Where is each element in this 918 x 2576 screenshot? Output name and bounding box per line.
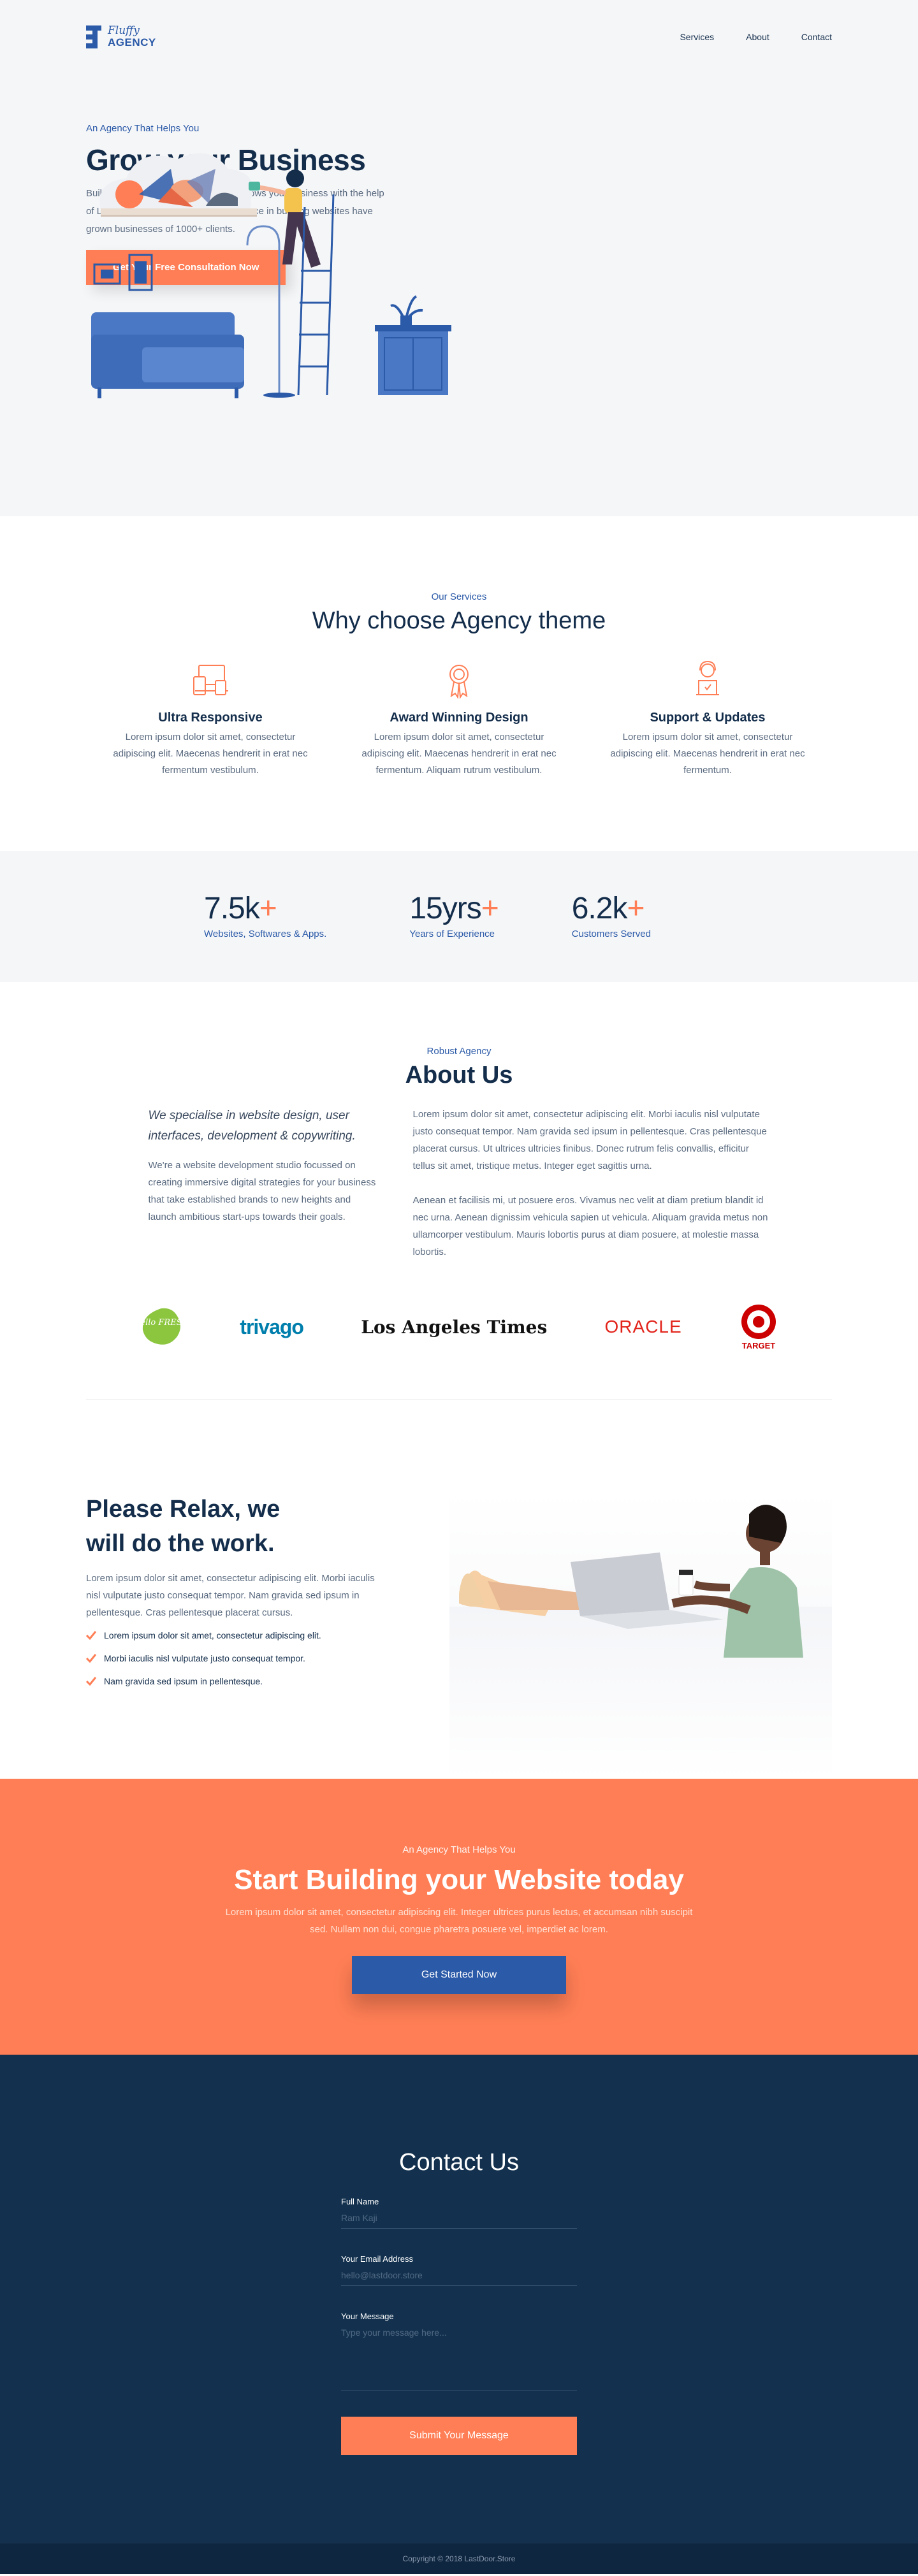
trivago-logo: trivago (240, 1315, 304, 1339)
nav-contact[interactable]: Contact (801, 32, 832, 42)
message-input[interactable] (341, 2327, 577, 2391)
check-icon (86, 1677, 96, 1686)
target-text: TARGET (742, 1341, 776, 1350)
nav-services[interactable]: Services (680, 32, 714, 42)
services-eyebrow: Our Services (431, 591, 487, 602)
check-icon (86, 1654, 96, 1663)
footer: Copyright © 2018 LastDoor.Store (0, 2543, 918, 2574)
logo[interactable]: Fluffy AGENCY (86, 25, 156, 48)
contact-title: Contact Us (399, 2149, 519, 2176)
hero-illustration (91, 153, 451, 398)
relax-title: Please Relax, we will do the work. (86, 1496, 280, 1557)
check-icon (86, 1631, 96, 1640)
about-quote: We specialise in website design, user in… (148, 1109, 356, 1143)
get-started-button[interactable]: Get Started Now (352, 1956, 566, 1994)
cta-body: Lorem ipsum dolor sit amet, consectetur … (225, 1907, 693, 1935)
services-title: Why choose Agency theme (312, 607, 606, 634)
logo-line1: Fluffy (108, 24, 140, 37)
stat-plus: + (627, 892, 645, 925)
contact-form: Full Name Your Email Address Your Messag… (341, 2197, 577, 2455)
stat-label: Years of Experience (409, 929, 495, 939)
contact-section: Contact Us Full Name Your Email Address … (0, 2055, 918, 2543)
check-text: Morbi iaculis nisl vulputate justo conse… (104, 1653, 305, 1663)
stat-label: Websites, Softwares & Apps. (204, 929, 327, 939)
oracle-logo: ORACLE (604, 1317, 682, 1336)
cta-eyebrow: An Agency That Helps You (402, 1844, 516, 1855)
service-title: Support & Updates (650, 711, 766, 725)
hellofresh-logo: Hello FRESH (140, 1308, 182, 1345)
about-eyebrow: Robust Agency (426, 1046, 492, 1057)
check-item: Lorem ipsum dolor sit amet, consectetur … (86, 1630, 386, 1640)
check-text: Nam gravida sed ipsum in pellentesque. (104, 1676, 263, 1686)
about-right-body-1: Lorem ipsum dolor sit amet, consectetur … (412, 1109, 767, 1171)
client-logos: Hello FRESH trivago Los Angeles Times OR… (134, 1304, 784, 1350)
email-label: Your Email Address (341, 2254, 413, 2264)
message-label: Your Message (341, 2312, 394, 2321)
service-body: Lorem ipsum dolor sit amet, consectetur … (361, 732, 557, 776)
la-times-logo: Los Angeles Times (361, 1316, 548, 1338)
service-body: Lorem ipsum dolor sit amet, consectetur … (113, 732, 308, 776)
stat-label: Customers Served (571, 929, 651, 939)
stat-plus: + (259, 892, 277, 925)
relax-section: Please Relax, we will do the work. Lorem… (0, 1428, 918, 1779)
hero-eyebrow: An Agency That Helps You (86, 123, 200, 134)
relax-body: Lorem ipsum dolor sit amet, consectetur … (86, 1573, 375, 1618)
cta-section: An Agency That Helps You Start Building … (0, 1779, 918, 2055)
service-title: Ultra Responsive (158, 711, 263, 725)
about-title: About Us (405, 1062, 513, 1089)
nav-menu: Services About Contact (680, 32, 832, 42)
check-item: Morbi iaculis nisl vulputate justo conse… (86, 1653, 386, 1663)
trivago-text: trivago (240, 1315, 304, 1338)
service-title: Award Winning Design (390, 711, 528, 725)
name-label: Full Name (341, 2197, 379, 2206)
stat-item: 15yrs+ Years of Experience (409, 891, 499, 939)
stat-item: 6.2k+ Customers Served (572, 891, 651, 939)
service-body: Lorem ipsum dolor sit amet, consectetur … (610, 732, 805, 776)
about-right-body-2: Aenean et facilisis mi, ut posuere eros.… (412, 1195, 768, 1257)
stats-section: 7.5k+ Websites, Softwares & Apps. 15yrs+… (0, 851, 918, 982)
stat-item: 7.5k+ Websites, Softwares & Apps. (204, 891, 326, 939)
services-section: Our Services Why choose Agency theme Ult… (0, 516, 918, 851)
name-input[interactable] (341, 2213, 577, 2229)
submit-button[interactable]: Submit Your Message (341, 2417, 577, 2455)
nav-about[interactable]: About (746, 32, 769, 42)
relaxing-woman-photo (449, 1492, 832, 1779)
service-card: Ultra Responsive Lorem ipsum dolor sit a… (96, 659, 325, 779)
hero-section: Fluffy AGENCY Services About Contact An … (0, 0, 918, 516)
logo-mark-icon (86, 25, 101, 48)
check-list: Lorem ipsum dolor sit amet, consectetur … (86, 1630, 386, 1686)
support-icon (696, 660, 719, 695)
target-logo: TARGET (741, 1305, 776, 1350)
stat-value: 7.5k (204, 892, 260, 925)
check-item: Nam gravida sed ipsum in pellentesque. (86, 1676, 386, 1686)
copyright-text: Copyright © 2018 LastDoor.Store (402, 2554, 516, 2563)
hellofresh-text: Hello FRESH (140, 1318, 182, 1328)
award-icon (449, 665, 469, 699)
navbar: Fluffy AGENCY Services About Contact (86, 0, 832, 73)
cta-title: Start Building your Website today (234, 1864, 684, 1895)
email-input[interactable] (341, 2270, 577, 2286)
service-card: Support & Updates Lorem ipsum dolor sit … (593, 659, 822, 779)
check-text: Lorem ipsum dolor sit amet, consectetur … (104, 1630, 321, 1640)
stat-value: 6.2k (571, 892, 628, 925)
about-section: Robust Agency About Us We specialise in … (0, 982, 918, 1428)
stat-plus: + (481, 892, 499, 925)
service-card: Award Winning Design Lorem ipsum dolor s… (344, 659, 574, 779)
logo-line2: AGENCY (108, 36, 156, 48)
stat-value: 15yrs (409, 892, 481, 925)
about-left-body: We're a website development studio focus… (148, 1160, 376, 1222)
devices-icon (193, 665, 228, 695)
